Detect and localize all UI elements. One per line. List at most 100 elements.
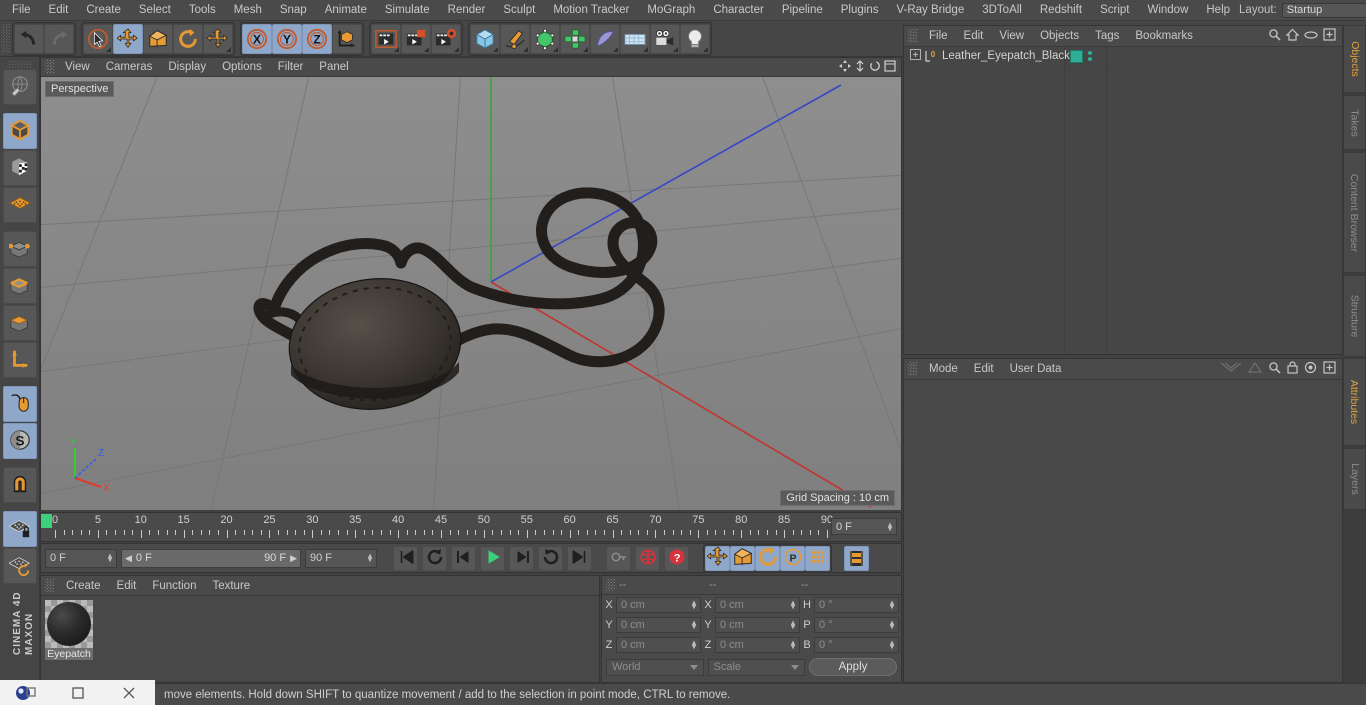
autokey-button[interactable] (606, 545, 631, 571)
step-back-button[interactable] (451, 545, 476, 571)
app-icon[interactable] (0, 680, 52, 705)
more-options-corner-icon[interactable] (553, 46, 558, 52)
attribute-menu-user-data[interactable]: User Data (1002, 359, 1070, 380)
object-menu-bookmarks[interactable]: Bookmarks (1127, 26, 1201, 47)
object-tree[interactable]: 0 Leather_Eyepatch_Black (904, 47, 1342, 354)
spinner-icon[interactable]: ▴ ▾ (692, 619, 696, 631)
polygon-mode-button[interactable] (2, 305, 37, 341)
more-options-corner-icon[interactable] (613, 46, 618, 52)
add-light-button[interactable] (680, 23, 710, 54)
coord-rotation-field[interactable]: 0 ° ▴ ▾ (814, 597, 899, 613)
magnet-button[interactable] (2, 467, 37, 503)
current-frame-field[interactable]: 0 F ▴ ▾ (45, 548, 117, 568)
spinner-icon[interactable]: ▴ ▾ (791, 599, 795, 611)
plus-box-icon[interactable] (1323, 361, 1336, 377)
home-icon[interactable] (1285, 28, 1300, 44)
param-key-button[interactable]: P (780, 545, 805, 571)
timeline-current-frame-field[interactable]: 0 F ▴ ▾ (831, 518, 897, 535)
menu-item-edit[interactable]: Edit (40, 0, 78, 21)
spinner-icon[interactable]: ▴ ▾ (692, 599, 696, 611)
add-array-button[interactable] (560, 23, 590, 54)
scale-key-button[interactable] (730, 545, 755, 571)
menu-item-pipeline[interactable]: Pipeline (773, 0, 832, 21)
more-options-corner-icon[interactable] (454, 46, 459, 52)
more-options-corner-icon[interactable] (673, 46, 678, 52)
model-mode-button[interactable] (2, 113, 37, 149)
add-spline-button[interactable] (500, 23, 530, 54)
viewport-solo-button[interactable] (2, 386, 37, 422)
preview-range-slider[interactable]: ◀ 0 F 90 F ▶ (121, 548, 301, 568)
menu-item-plugins[interactable]: Plugins (832, 0, 888, 21)
viewport-menu-options[interactable]: Options (214, 58, 270, 77)
undo-button[interactable] (14, 23, 44, 54)
layout-select[interactable]: Startup (1281, 2, 1366, 18)
coord-rotation-field[interactable]: 0 ° ▴ ▾ (814, 617, 899, 633)
coord-position-field[interactable]: 0 cm ▴ ▾ (616, 597, 701, 613)
record-active-objects-button[interactable] (635, 545, 660, 571)
spinner-icon[interactable]: ▴ ▾ (108, 552, 112, 564)
maximize-view-icon[interactable] (884, 59, 896, 75)
spinner-icon[interactable]: ▴ ▾ (888, 520, 892, 532)
menu-item-snap[interactable]: Snap (271, 0, 316, 21)
coord-position-field[interactable]: 0 cm ▴ ▾ (616, 617, 701, 633)
material-menu-function[interactable]: Function (144, 576, 204, 596)
menu-item-character[interactable]: Character (704, 0, 773, 21)
history-forward-icon[interactable] (1247, 361, 1263, 376)
menu-item-file[interactable]: File (3, 0, 40, 21)
point-mode-button[interactable] (2, 231, 37, 267)
apply-button[interactable]: Apply (809, 658, 897, 676)
more-options-corner-icon[interactable] (583, 46, 588, 52)
viewport-menu-filter[interactable]: Filter (270, 58, 312, 77)
coordinate-manager-grip[interactable] (606, 579, 615, 591)
visibility-dots[interactable] (1088, 51, 1092, 61)
redo-button[interactable] (44, 23, 74, 54)
rotate-view-icon[interactable] (869, 60, 881, 75)
dock-tab-attributes[interactable]: Attributes (1343, 358, 1366, 446)
viewport-grip[interactable] (45, 60, 54, 74)
coord-position-field[interactable]: 0 cm ▴ ▾ (616, 637, 701, 653)
coord-rotation-field[interactable]: 0 ° ▴ ▾ (814, 637, 899, 653)
spinner-icon[interactable]: ▴ ▾ (791, 639, 795, 651)
dock-tab-structure[interactable]: Structure (1343, 275, 1366, 357)
target-icon[interactable] (1304, 361, 1317, 377)
dock-tab-objects[interactable]: Objects (1343, 25, 1366, 94)
menu-item-create[interactable]: Create (77, 0, 130, 21)
add-deformer-button[interactable] (590, 23, 620, 54)
dock-tab-layers[interactable]: Layers (1343, 448, 1366, 510)
menu-item-v-ray-bridge[interactable]: V-Ray Bridge (887, 0, 973, 21)
point-level-anim-button[interactable] (805, 545, 830, 571)
spinner-icon[interactable]: ▴ ▾ (890, 599, 894, 611)
more-options-corner-icon[interactable] (493, 46, 498, 52)
left-palette-grip[interactable] (6, 61, 33, 68)
object-menu-view[interactable]: View (991, 26, 1032, 47)
lock-z-button[interactable]: Z (302, 23, 332, 54)
add-cube-button[interactable] (470, 23, 500, 54)
range-left-arrow-icon[interactable]: ◀ (125, 553, 132, 564)
material-menu-texture[interactable]: Texture (204, 576, 258, 596)
dock-tab-takes[interactable]: Takes (1343, 95, 1366, 151)
timeline-toggle-button[interactable] (844, 545, 869, 571)
menu-item-script[interactable]: Script (1091, 0, 1138, 21)
spinner-icon[interactable]: ▴ ▾ (890, 619, 894, 631)
move-alt-button[interactable] (203, 23, 233, 54)
end-frame-field[interactable]: 90 F ▴ ▾ (305, 548, 377, 568)
menu-item-render[interactable]: Render (439, 0, 495, 21)
rotation-key-button[interactable] (755, 545, 780, 571)
coordinate-mode-select[interactable]: Scale (707, 658, 805, 676)
coord-size-field[interactable]: 0 cm ▴ ▾ (715, 637, 800, 653)
more-options-corner-icon[interactable] (643, 46, 648, 52)
coord-size-field[interactable]: 0 cm ▴ ▾ (715, 617, 800, 633)
material-list[interactable]: Eyepatch (41, 596, 599, 682)
material-manager-grip[interactable] (45, 579, 54, 592)
menu-item-tools[interactable]: Tools (180, 0, 225, 21)
perspective-viewport[interactable]: Perspective Grid Spacing : 10 cm Y X Z (41, 77, 901, 510)
rotate-button[interactable] (173, 23, 203, 54)
polygon-grid-button[interactable] (2, 187, 37, 223)
make-editable-button[interactable] (2, 69, 37, 105)
render-region-button[interactable] (401, 23, 431, 54)
texture-mode-button[interactable] (2, 150, 37, 186)
range-right-arrow-icon[interactable]: ▶ (290, 553, 297, 564)
play-button[interactable] (480, 545, 505, 571)
object-manager-grip[interactable] (908, 29, 917, 43)
more-options-corner-icon[interactable] (394, 46, 399, 52)
